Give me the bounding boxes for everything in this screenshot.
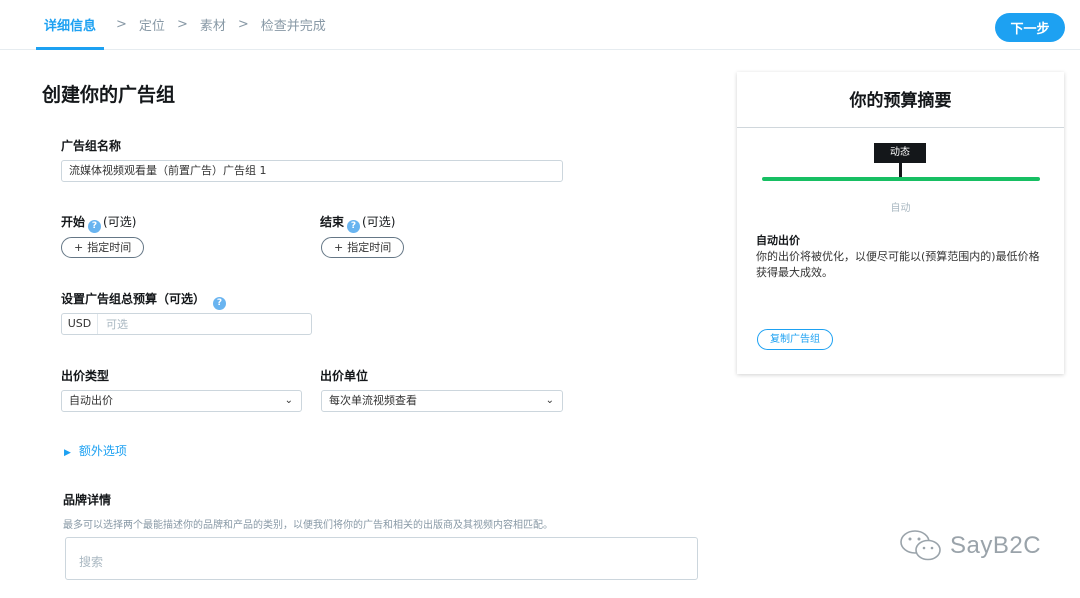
additional-options-toggle[interactable]: ▶ 额外选项 <box>64 442 127 459</box>
slider-handle[interactable] <box>899 163 902 177</box>
wechat-logo-icon <box>900 530 941 561</box>
step-breadcrumb: 详细信息 > 定位 > 素材 > 检查并完成 <box>36 0 326 50</box>
budget-summary-title: 你的预算摘要 <box>737 72 1064 128</box>
page-title: 创建你的广告组 <box>42 84 176 106</box>
plus-icon: + <box>334 241 344 254</box>
start-optional-text: (可选) <box>103 215 137 229</box>
watermark: SayB2C <box>898 528 1041 564</box>
chevron-right-icon: > <box>116 17 127 32</box>
budget-label-text: 设置广告组总预算（可选） <box>61 292 206 306</box>
ad-group-name-input[interactable]: 流媒体视频观看量（前置广告）广告组 1 <box>61 160 563 182</box>
start-label-text: 开始 <box>61 215 86 229</box>
budget-label: 设置广告组总预算（可选）? <box>61 290 228 310</box>
caret-right-icon: ▶ <box>64 448 71 458</box>
slider-caption: 自动 <box>890 203 911 214</box>
step-creatives[interactable]: 素材 <box>200 0 226 50</box>
bid-type-label: 出价类型 <box>61 369 110 383</box>
bid-unit-label: 出价单位 <box>320 369 369 383</box>
watermark-text: SayB2C <box>950 532 1042 559</box>
end-set-time-label: 指定时间 <box>347 241 392 254</box>
auto-bid-title: 自动出价 <box>756 234 800 247</box>
slider-tooltip: 动态 <box>874 143 926 163</box>
step-review[interactable]: 检查并完成 <box>261 0 326 50</box>
bid-unit-value: 每次单流视频查看 <box>329 394 417 407</box>
bid-type-select[interactable]: 自动出价 ⌄ <box>61 390 302 412</box>
budget-input[interactable] <box>98 314 311 334</box>
step-nav-bar: 详细信息 > 定位 > 素材 > 检查并完成 下一步 <box>0 0 1080 50</box>
plus-icon: + <box>74 241 84 254</box>
next-step-button[interactable]: 下一步 <box>995 13 1065 42</box>
help-icon[interactable]: ? <box>88 220 102 233</box>
end-label: 结束? (可选) <box>320 213 395 233</box>
brand-details-description: 最多可以选择两个最能描述你的品牌和产品的类别，以便我们将你的广告和相关的出版商及… <box>63 520 553 531</box>
budget-summary-panel: 你的预算摘要 动态 自动 自动出价 你的出价将被优化，以便尽可能以(预算范围内的… <box>737 72 1064 374</box>
ad-group-name-label: 广告组名称 <box>61 139 122 153</box>
end-optional-text: (可选) <box>362 215 396 229</box>
chevron-down-icon: ⌄ <box>284 395 293 406</box>
auto-bid-description: 你的出价将被优化，以便尽可能以(预算范围内的)最低价格获得最大成效。 <box>756 250 1040 279</box>
step-details[interactable]: 详细信息 <box>36 0 105 50</box>
budget-field: USD <box>61 313 312 335</box>
step-targeting[interactable]: 定位 <box>139 0 165 50</box>
start-set-time-label: 指定时间 <box>87 241 132 254</box>
start-set-time-button[interactable]: + 指定时间 <box>61 237 145 258</box>
brand-details-label: 品牌详情 <box>63 493 112 507</box>
bid-type-value: 自动出价 <box>69 394 113 407</box>
currency-code: USD <box>62 314 98 334</box>
bid-slider-track[interactable] <box>762 177 1040 181</box>
copy-ad-group-button[interactable]: 复制广告组 <box>757 329 833 350</box>
additional-options-label: 额外选项 <box>78 444 127 458</box>
brand-search-input[interactable]: 搜索 <box>65 537 698 580</box>
bid-unit-select[interactable]: 每次单流视频查看 ⌄ <box>321 390 563 412</box>
chevron-down-icon: ⌄ <box>545 395 554 406</box>
chevron-right-icon: > <box>237 17 249 32</box>
help-icon[interactable]: ? <box>347 220 361 233</box>
start-label: 开始? (可选) <box>61 213 136 233</box>
end-set-time-button[interactable]: + 指定时间 <box>321 237 405 258</box>
end-label-text: 结束 <box>320 215 345 229</box>
help-icon[interactable]: ? <box>213 297 227 310</box>
chevron-right-icon: > <box>176 17 188 32</box>
